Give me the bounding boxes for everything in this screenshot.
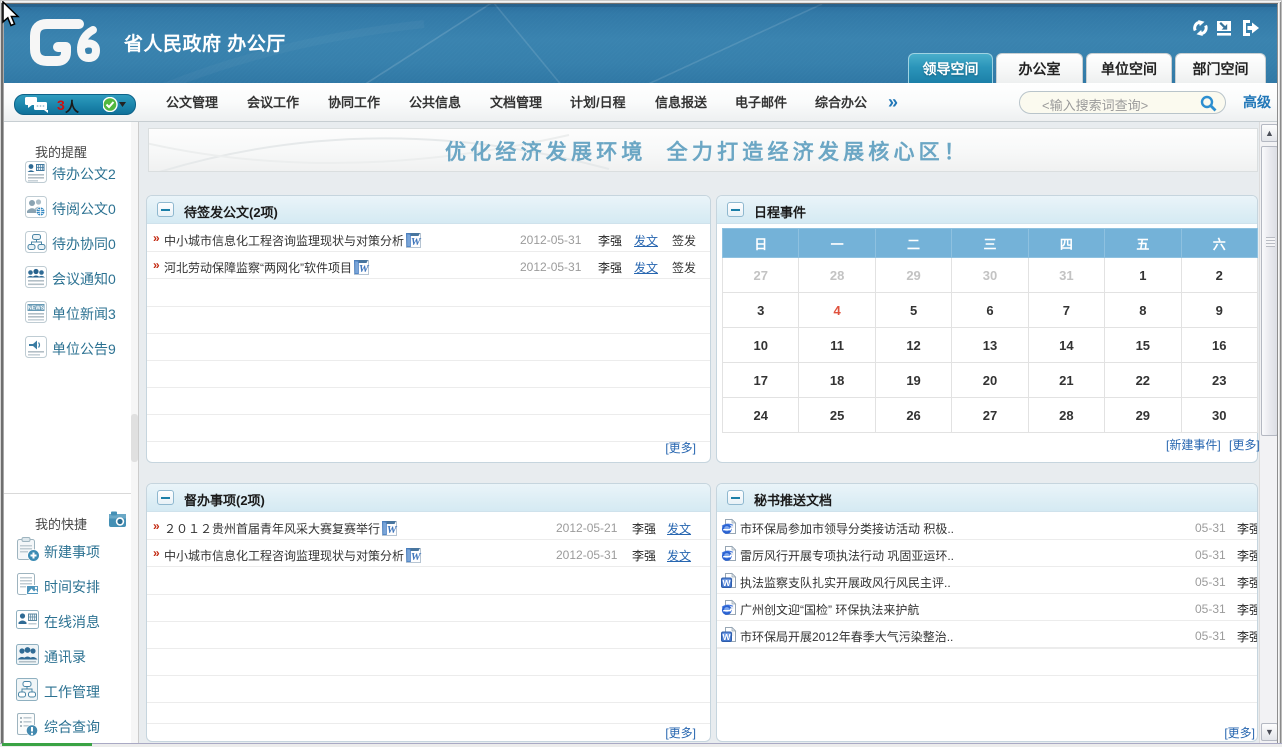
- svg-text:W: W: [387, 524, 398, 536]
- svg-text:W: W: [722, 632, 731, 642]
- svg-text:W: W: [411, 236, 422, 248]
- svg-text:W: W: [359, 263, 370, 275]
- svg-text:NEWS: NEWS: [28, 306, 45, 312]
- svg-text:W: W: [722, 578, 731, 588]
- svg-text:W: W: [411, 551, 422, 563]
